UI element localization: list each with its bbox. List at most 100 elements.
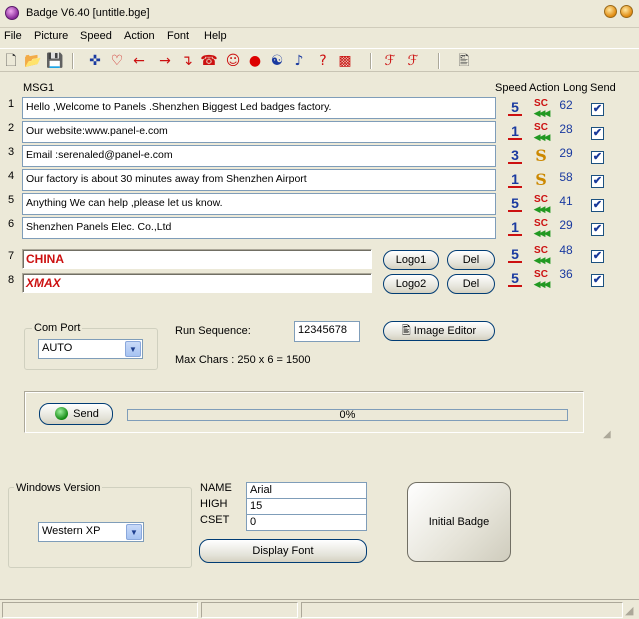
menu-picture[interactable]: Picture bbox=[34, 30, 68, 42]
crosshair-icon[interactable]: ✜ bbox=[86, 52, 104, 70]
send-checkbox[interactable]: ✔ bbox=[591, 223, 604, 236]
music-note-icon[interactable]: ♪ bbox=[290, 52, 308, 70]
new-file-icon[interactable]: 🗋 bbox=[2, 52, 20, 70]
run-sequence-label: Run Sequence: bbox=[175, 325, 251, 337]
send-checkbox[interactable]: ✔ bbox=[591, 175, 604, 188]
status-grip-icon[interactable]: ◢ bbox=[625, 604, 633, 617]
arrow-left-icon[interactable]: ← bbox=[130, 52, 148, 70]
open-folder-icon[interactable]: 📂 bbox=[24, 52, 42, 70]
row-number: 5 bbox=[8, 194, 15, 206]
speed-value[interactable]: 5 bbox=[508, 196, 522, 212]
message-text-field[interactable]: Our factory is about 30 minutes away fro… bbox=[22, 169, 496, 191]
menu-file[interactable]: File bbox=[4, 30, 22, 42]
red-dot-icon[interactable]: ● bbox=[246, 52, 264, 70]
action-icon[interactable]: SC ◀◀◀ bbox=[531, 122, 551, 144]
menu-help[interactable]: Help bbox=[204, 30, 227, 42]
menu-font[interactable]: Font bbox=[167, 30, 189, 42]
send-button[interactable]: Send bbox=[39, 403, 113, 425]
send-checkbox[interactable]: ✔ bbox=[591, 151, 604, 164]
delete-button[interactable]: Del bbox=[447, 250, 495, 270]
windows-version-select[interactable]: Western XP ▼ bbox=[38, 522, 144, 542]
arrow-right-icon[interactable]: → bbox=[156, 52, 174, 70]
speed-value[interactable]: 3 bbox=[508, 148, 522, 164]
long-value: 41 bbox=[559, 194, 573, 208]
run-sequence-input[interactable]: 12345678 bbox=[294, 321, 360, 342]
title-bar: Badge V6.40 [untitle.bge] bbox=[0, 0, 639, 28]
action-s-icon: S bbox=[535, 146, 547, 165]
row-number: 7 bbox=[8, 250, 15, 262]
delete-button[interactable]: Del bbox=[447, 274, 495, 294]
smiley-icon[interactable]: ☺ bbox=[224, 52, 242, 70]
speed-value[interactable]: 5 bbox=[508, 100, 522, 116]
chevron-down-icon[interactable]: ▼ bbox=[126, 524, 142, 540]
send-progress-text: 0% bbox=[339, 409, 356, 421]
display-font-button[interactable]: Display Font bbox=[199, 539, 367, 563]
long-value: 28 bbox=[559, 122, 573, 136]
message-text-field[interactable]: Hello ,Welcome to Panels .Shenzhen Bigge… bbox=[22, 97, 496, 119]
row-number: 4 bbox=[8, 170, 15, 182]
send-progress-bar: 0% bbox=[127, 409, 568, 421]
speed-value[interactable]: 1 bbox=[508, 220, 522, 236]
logo-text-field[interactable]: CHINA bbox=[22, 249, 372, 269]
chevron-down-icon[interactable]: ▼ bbox=[125, 341, 141, 357]
image-editor-icon[interactable]: 🖺 bbox=[455, 52, 473, 70]
speed-value[interactable]: 5 bbox=[508, 271, 522, 287]
heart-icon[interactable]: ♡ bbox=[108, 52, 126, 70]
left-arrows-icon: ◀◀◀ bbox=[533, 132, 551, 142]
action-icon[interactable]: SC ◀◀◀ bbox=[531, 245, 551, 267]
send-checkbox[interactable]: ✔ bbox=[591, 250, 604, 263]
logo-text-field[interactable]: XMAX bbox=[22, 273, 372, 293]
row-number: 3 bbox=[8, 146, 15, 158]
green-led-icon bbox=[55, 407, 68, 420]
action-icon[interactable]: SC ◀◀◀ bbox=[531, 194, 551, 216]
left-arrows-icon: ◀◀◀ bbox=[533, 204, 551, 214]
long-value: 36 bbox=[559, 267, 573, 281]
action-icon[interactable]: S bbox=[531, 146, 551, 168]
action-icon[interactable]: SC ◀◀◀ bbox=[531, 98, 551, 120]
message-text-field[interactable]: Shenzhen Panels Elec. Co.,Ltd bbox=[22, 217, 496, 239]
minimize-icon[interactable] bbox=[604, 5, 617, 18]
action-icon[interactable]: SC ◀◀◀ bbox=[531, 218, 551, 240]
speed-header: Speed bbox=[495, 82, 527, 94]
window-title: Badge V6.40 [untitle.bge] bbox=[26, 7, 150, 19]
send-checkbox[interactable]: ✔ bbox=[591, 103, 604, 116]
grid-pattern-icon[interactable]: ▩ bbox=[336, 52, 354, 70]
image-editor-icon: 🖺 bbox=[401, 324, 411, 337]
long-value: 62 bbox=[559, 98, 573, 112]
menu-action[interactable]: Action bbox=[124, 30, 155, 42]
close-icon[interactable] bbox=[620, 5, 633, 18]
font-f-icon[interactable]: ℱ bbox=[381, 52, 399, 70]
font-f-outline-icon[interactable]: ℱ bbox=[404, 52, 422, 70]
message-text-field[interactable]: Anything We can help ,please let us know… bbox=[22, 193, 496, 215]
row-number: 1 bbox=[8, 98, 15, 110]
telephone-icon[interactable]: ☎ bbox=[200, 52, 218, 70]
action-icon[interactable]: S bbox=[531, 170, 551, 192]
speed-value[interactable]: 1 bbox=[508, 172, 522, 188]
left-arrows-icon: ◀◀◀ bbox=[533, 279, 551, 289]
windows-version-value: Western XP bbox=[42, 525, 101, 537]
initial-badge-button[interactable]: Initial Badge bbox=[407, 482, 511, 562]
image-editor-button[interactable]: 🖺 Image Editor bbox=[383, 321, 495, 341]
message-text-field[interactable]: Email :serenaled@panel-e.com bbox=[22, 145, 496, 167]
font-name-input[interactable]: Arial bbox=[246, 482, 367, 499]
long-value: 29 bbox=[559, 146, 573, 160]
question-icon[interactable]: ? bbox=[314, 52, 332, 70]
image-editor-label: Image Editor bbox=[413, 325, 477, 337]
speed-value[interactable]: 5 bbox=[508, 247, 522, 263]
send-checkbox[interactable]: ✔ bbox=[591, 127, 604, 140]
com-port-select[interactable]: AUTO ▼ bbox=[38, 339, 143, 359]
save-icon[interactable]: 💾 bbox=[46, 52, 64, 70]
speed-value[interactable]: 1 bbox=[508, 124, 522, 140]
send-checkbox[interactable]: ✔ bbox=[591, 199, 604, 212]
yin-yang-icon[interactable]: ☯ bbox=[268, 52, 286, 70]
action-icon[interactable]: SC ◀◀◀ bbox=[531, 269, 551, 291]
message-text-field[interactable]: Our website:www.panel-e.com bbox=[22, 121, 496, 143]
logo-button[interactable]: Logo1 bbox=[383, 250, 439, 270]
send-checkbox[interactable]: ✔ bbox=[591, 274, 604, 287]
font-high-input[interactable]: 15 bbox=[246, 498, 367, 515]
font-cset-input[interactable]: 0 bbox=[246, 514, 367, 531]
menu-speed[interactable]: Speed bbox=[80, 30, 112, 42]
logo-button[interactable]: Logo2 bbox=[383, 274, 439, 294]
turn-arrow-icon[interactable]: ↴ bbox=[178, 52, 196, 70]
resize-grip-icon[interactable]: ◢ bbox=[603, 430, 613, 440]
